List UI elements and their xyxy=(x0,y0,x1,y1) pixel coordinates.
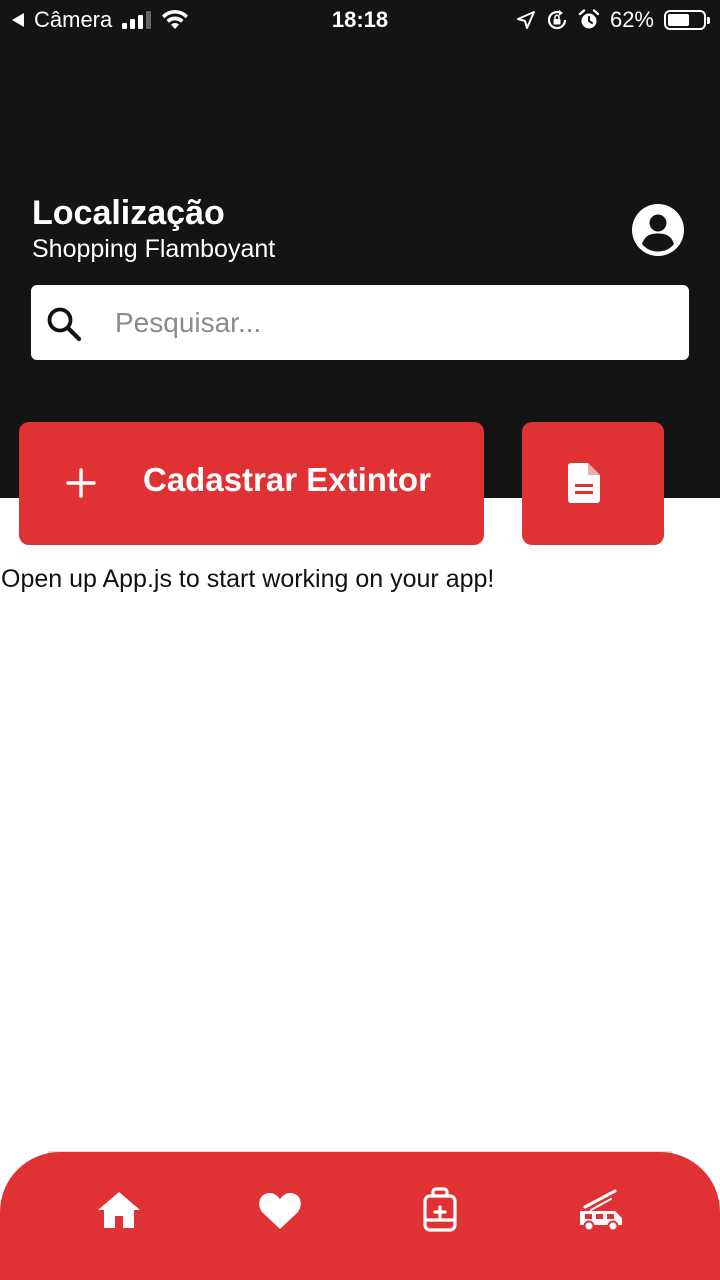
location-name: Shopping Flamboyant xyxy=(32,235,276,263)
battery-percent: 62% xyxy=(609,7,654,32)
battery-icon xyxy=(664,10,710,30)
heart-icon xyxy=(259,1193,301,1229)
user-circle-icon[interactable] xyxy=(632,204,684,256)
tab-first-aid[interactable] xyxy=(416,1186,464,1234)
home-icon xyxy=(98,1192,140,1228)
register-extinguisher-label: Cadastrar Extintor xyxy=(143,461,431,498)
rotation-lock-icon xyxy=(547,10,567,30)
plus-icon xyxy=(66,468,96,498)
alarm-icon xyxy=(578,9,600,29)
app-message: Open up App.js to start working on your … xyxy=(1,565,495,593)
location-label: Localização xyxy=(32,194,225,232)
search-icon xyxy=(47,307,82,342)
document-icon xyxy=(568,463,600,503)
tab-fire-truck[interactable] xyxy=(577,1186,625,1234)
tab-home[interactable] xyxy=(95,1186,143,1234)
tab-favorites[interactable] xyxy=(256,1186,304,1234)
search-input[interactable] xyxy=(115,285,675,360)
fire-truck-icon xyxy=(580,1189,622,1232)
first-aid-kit-icon xyxy=(423,1187,457,1232)
status-right: 62% xyxy=(516,7,710,33)
location-arrow-icon xyxy=(516,11,535,29)
status-bar: Câmera 18:18 62% xyxy=(0,0,720,40)
